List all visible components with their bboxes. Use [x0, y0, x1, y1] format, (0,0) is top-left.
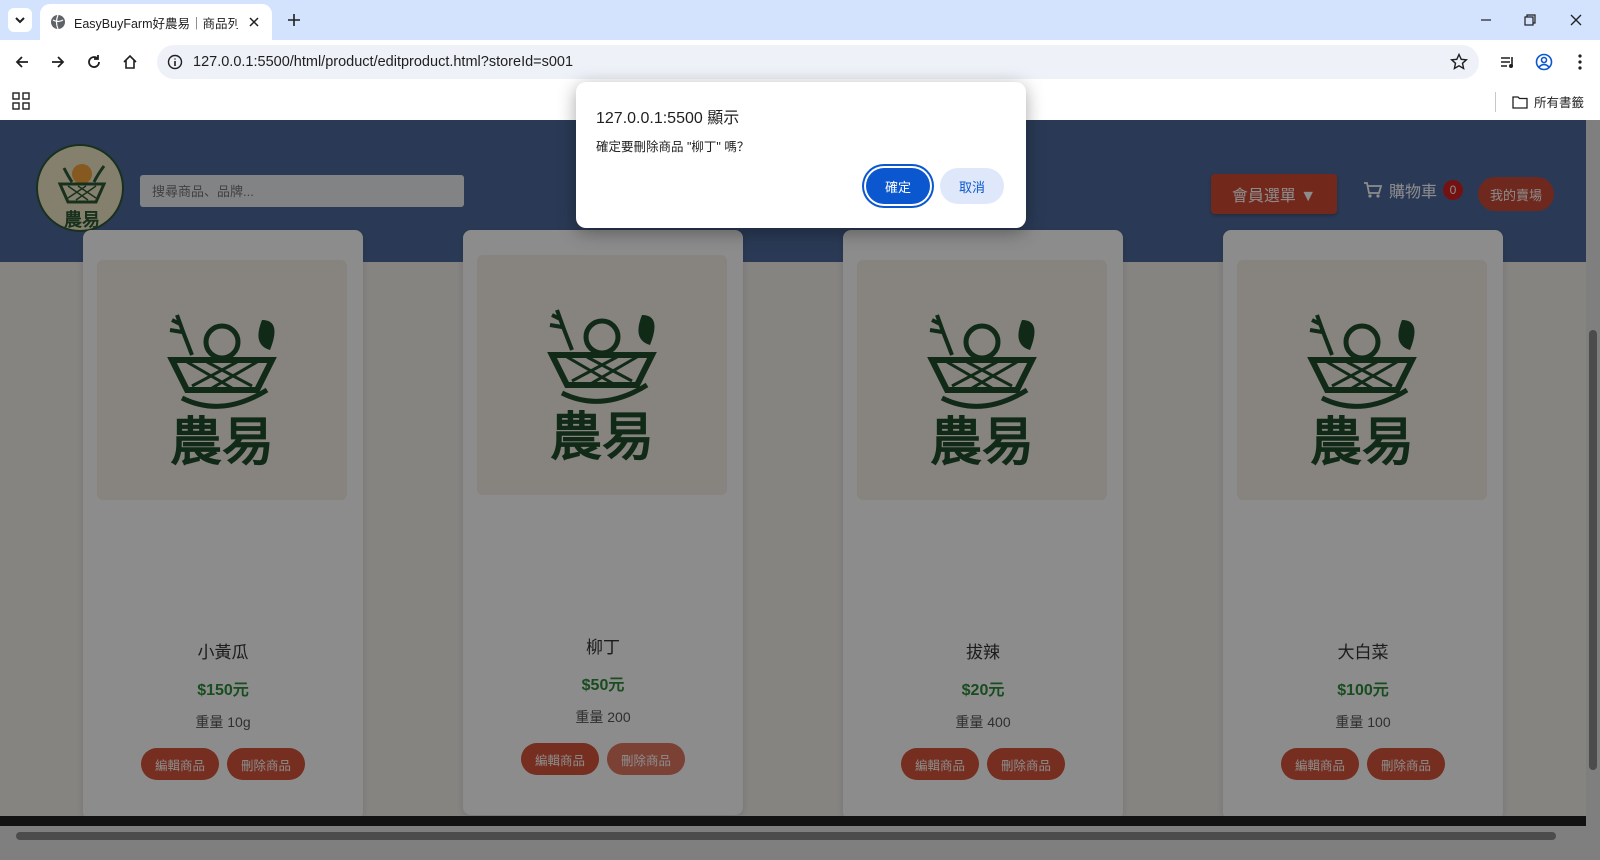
restore-button[interactable]	[1508, 6, 1552, 34]
globe-icon	[51, 14, 65, 30]
restore-icon	[1524, 14, 1536, 26]
bookmark-divider	[1495, 92, 1496, 112]
profile-icon	[1535, 53, 1553, 71]
dialog-title: 127.0.0.1:5500 顯示	[596, 110, 740, 127]
home-icon	[123, 54, 137, 69]
home-button[interactable]	[116, 48, 144, 76]
all-bookmarks-folder[interactable]: 所有書籤	[1512, 92, 1584, 111]
address-bar[interactable]: 127.0.0.1:5500/html/product/editproduct.…	[157, 45, 1479, 79]
close-icon	[1570, 14, 1582, 26]
back-button[interactable]	[8, 48, 36, 76]
site-info-icon[interactable]	[165, 52, 185, 72]
apps-grid-icon[interactable]	[12, 92, 30, 110]
confirm-button[interactable]: 確定	[866, 168, 930, 204]
media-control-button[interactable]	[1494, 48, 1522, 76]
reload-icon	[88, 55, 100, 68]
menu-button[interactable]	[1566, 48, 1594, 76]
browser-tab[interactable]: EasyBuyFarm好農易｜商品列表	[40, 4, 272, 40]
playlist-icon	[1501, 57, 1513, 68]
dialog-message: 確定要刪除商品 "柳丁" 嗎？	[596, 140, 750, 154]
profile-button[interactable]	[1530, 48, 1558, 76]
arrow-left-icon	[15, 56, 28, 68]
plus-icon	[288, 14, 300, 26]
kebab-menu-icon	[1578, 54, 1582, 70]
url-text: 127.0.0.1:5500/html/product/editproduct.…	[193, 54, 574, 70]
tab-search-button[interactable]	[8, 8, 32, 32]
browser-toolbar: 127.0.0.1:5500/html/product/editproduct.…	[0, 40, 1600, 84]
close-tab-icon[interactable]	[246, 14, 262, 30]
modal-backdrop	[0, 120, 1600, 860]
new-tab-button[interactable]	[282, 8, 306, 32]
arrow-right-icon	[52, 56, 65, 68]
tab-strip: EasyBuyFarm好農易｜商品列表	[0, 0, 1600, 40]
reload-button[interactable]	[80, 48, 108, 76]
folder-icon	[1512, 95, 1528, 109]
close-window-button[interactable]	[1554, 6, 1598, 34]
cancel-button[interactable]: 取消	[940, 168, 1004, 204]
bookmark-folder-label: 所有書籤	[1534, 96, 1585, 110]
chevron-down-icon	[15, 17, 25, 24]
confirm-dialog: 127.0.0.1:5500 顯示 確定要刪除商品 "柳丁" 嗎？ 確定 取消	[576, 82, 1026, 228]
minimize-button[interactable]	[1464, 6, 1508, 34]
bookmark-star-icon[interactable]	[1449, 52, 1469, 72]
tab-title: EasyBuyFarm好農易｜商品列表	[74, 16, 238, 31]
forward-button[interactable]	[44, 48, 72, 76]
minimize-icon	[1481, 19, 1491, 21]
